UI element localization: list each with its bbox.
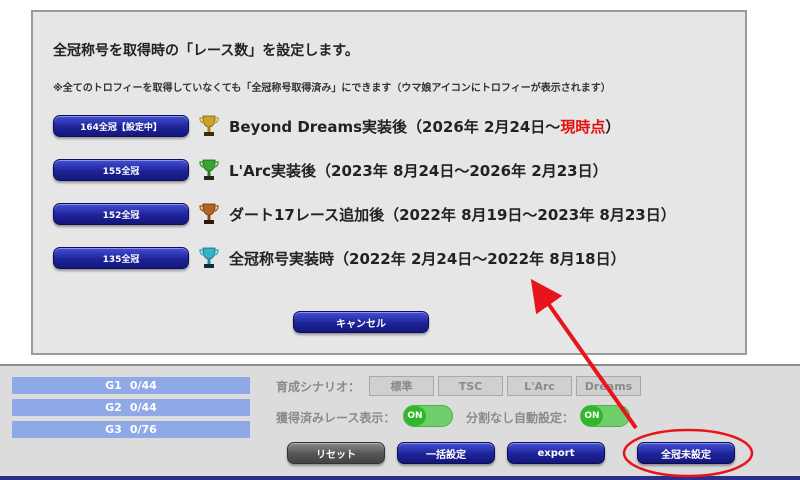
option-row-164: 164全冠【設定中】 Beyond Dreams実装後（2026年 2月24日～… xyxy=(53,115,620,137)
bottom-bar xyxy=(0,476,800,480)
option-row-152: 152全冠 ダート17レース追加後（2022年 8月19日～2023年 8月23… xyxy=(53,203,676,225)
green-trophy-icon xyxy=(199,159,219,180)
option-155-button[interactable]: 155全冠 xyxy=(53,159,189,181)
option-row-155: 155全冠 L'Arc実装後（2023年 8月24日～2026年 2月23日） xyxy=(53,159,608,181)
option-152-label: ダート17レース追加後（2022年 8月19日～2023年 8月23日） xyxy=(229,205,676,224)
option-155-label: L'Arc実装後（2023年 8月24日～2026年 2月23日） xyxy=(229,161,608,180)
scenario-dreams-button[interactable]: Dreams xyxy=(576,376,641,396)
gold-trophy-icon xyxy=(199,115,219,136)
auto-set-label: 分割なし自動設定： xyxy=(466,411,575,425)
toggle-on-label: ON xyxy=(581,406,603,426)
all-crown-unset-button[interactable]: 全冠未設定 xyxy=(637,442,735,464)
toggle-on-label: ON xyxy=(404,406,426,426)
option-row-135: 135全冠 全冠称号実装時（2022年 2月24日～2022年 8月18日） xyxy=(53,247,626,269)
option-152-button[interactable]: 152全冠 xyxy=(53,203,189,225)
scenario-tsc-button[interactable]: TSC xyxy=(438,376,503,396)
scenario-label: 育成シナリオ： xyxy=(276,380,361,394)
dialog-note: ※全てのトロフィーを取得していなくても「全冠称号取得済み」にできます（ウマ娘アイ… xyxy=(53,83,611,94)
acquired-races-toggle[interactable]: ON xyxy=(403,405,453,427)
option-135-label: 全冠称号実装時（2022年 2月24日～2022年 8月18日） xyxy=(229,249,626,268)
bulk-set-button[interactable]: 一括設定 xyxy=(397,442,495,464)
cancel-button[interactable]: キャンセル xyxy=(293,311,429,333)
option-164-button[interactable]: 164全冠【設定中】 xyxy=(53,115,189,137)
scenario-standard-button[interactable]: 標準 xyxy=(369,376,434,396)
option-164-label: Beyond Dreams実装後（2026年 2月24日～現時点） xyxy=(229,117,621,136)
current-highlight: 現時点 xyxy=(560,117,606,136)
teal-trophy-icon xyxy=(199,247,219,268)
scenario-larc-button[interactable]: L'Arc xyxy=(507,376,572,396)
auto-set-toggle[interactable]: ON xyxy=(580,405,630,427)
option-135-button[interactable]: 135全冠 xyxy=(53,247,189,269)
grade-g1: G1 0/44 xyxy=(12,377,250,394)
export-button[interactable]: export xyxy=(507,442,605,464)
acquired-races-label: 獲得済みレース表示： xyxy=(276,411,396,425)
dialog-title: 全冠称号を取得時の「レース数」を設定します。 xyxy=(53,43,359,59)
grade-g2: G2 0/44 xyxy=(12,399,250,416)
grade-g3: G3 0/76 xyxy=(12,421,250,438)
bronze-trophy-icon xyxy=(199,203,219,224)
race-count-dialog: 全冠称号を取得時の「レース数」を設定します。 ※全てのトロフィーを取得していなく… xyxy=(31,10,747,355)
reset-button[interactable]: リセット xyxy=(287,442,385,464)
